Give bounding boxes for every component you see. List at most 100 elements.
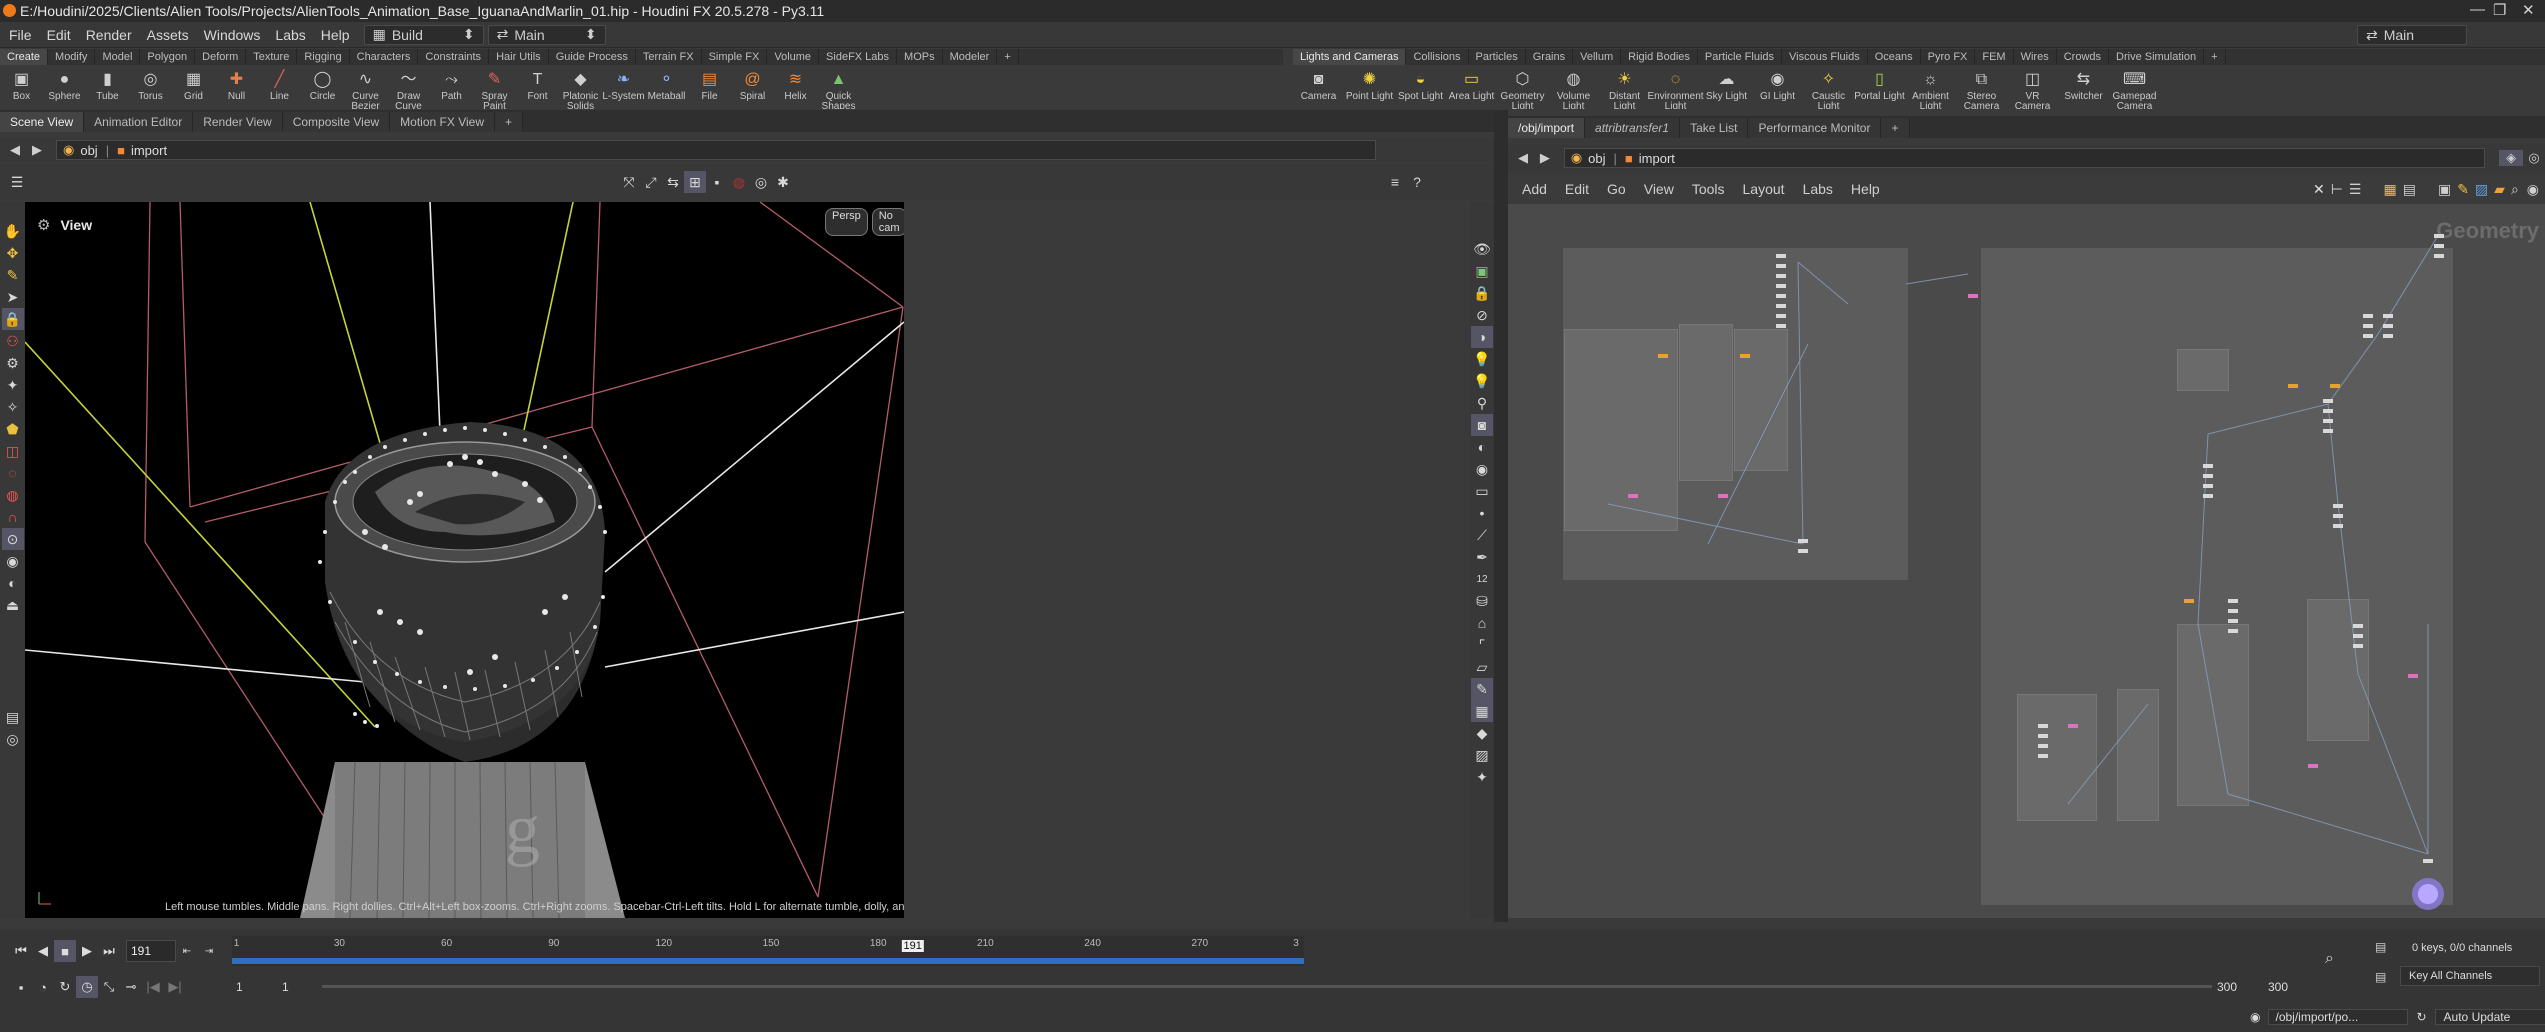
shelf-tab-polygon[interactable]: Polygon	[140, 49, 196, 65]
right-context-select[interactable]: ⇄ Main	[2357, 25, 2467, 45]
tool-gi-light[interactable]: ◉ GI Light	[1752, 65, 1803, 102]
back-icon[interactable]: ◀	[1512, 150, 1534, 166]
snap-grid-icon[interactable]: ⤢	[640, 171, 662, 193]
shelf-tab-fem[interactable]: FEM	[1975, 49, 2014, 65]
desktop-select[interactable]: ▦ Build ⬍	[363, 24, 484, 45]
forward-icon[interactable]: ▶	[26, 142, 48, 158]
key-all-icon[interactable]: ▤	[2375, 970, 2386, 984]
tool-l-system[interactable]: ❧ L-System	[602, 65, 645, 102]
step-prev-key-icon[interactable]: ⇤	[176, 940, 198, 962]
tab-obj-import[interactable]: /obj/import	[1508, 118, 1586, 138]
shelf-tab-model[interactable]: Model	[95, 49, 141, 65]
shelf-tab-texture[interactable]: Texture	[246, 49, 298, 65]
tool-sphere[interactable]: ● Sphere	[43, 65, 86, 102]
shelf-tab-particle-fluids[interactable]: Particle Fluids	[1698, 49, 1782, 65]
tool-spiral[interactable]: @ Spiral	[731, 65, 774, 102]
tool-caustic-light[interactable]: ✧ Caustic Light	[1803, 65, 1854, 110]
view-tool-icon[interactable]: ✎	[2, 264, 24, 286]
bone-tool-icon[interactable]: ✧	[2, 396, 24, 418]
add-shelf-tab-icon[interactable]: +	[997, 49, 1019, 65]
pin-network-icon[interactable]: ◈	[2499, 150, 2524, 166]
net-menu-edit[interactable]: Edit	[1565, 181, 1589, 197]
select-handle-icon[interactable]: ✋	[2, 220, 24, 242]
menu-render[interactable]: Render	[86, 27, 132, 43]
menu-file[interactable]: File	[9, 27, 32, 43]
tool-geometry-light[interactable]: ⬡ Geometry Light	[1497, 65, 1548, 110]
grid-view-icon[interactable]: ▦	[2383, 181, 2396, 198]
shelf-tab-particles[interactable]: Particles	[1469, 49, 1526, 65]
tool-ambient-light[interactable]: ☼ Ambient Light	[1905, 65, 1956, 110]
tool-portal-light[interactable]: ▯ Portal Light	[1854, 65, 1905, 102]
key-all-channels-button[interactable]: Key All Channels	[2400, 966, 2540, 986]
tab-composite-view[interactable]: Composite View	[282, 112, 391, 132]
net-menu-go[interactable]: Go	[1607, 181, 1626, 197]
scene-viewport[interactable]: g ⚙ View Persp No cam Left mouse tumbles…	[25, 202, 904, 918]
step-back-icon[interactable]: ◀	[32, 940, 54, 962]
frame-ruler[interactable]: 1 30 60 90 120 150 180 210 240 270 3 191	[232, 936, 1304, 966]
tool-draw-curve[interactable]: 〜 Draw Curve	[387, 65, 430, 110]
shape-icon[interactable]: ◆	[1471, 722, 1493, 744]
shelf-tab-drive-simulation[interactable]: Drive Simulation	[2109, 49, 2205, 65]
tool-spot-light[interactable]: ◒ Spot Light	[1395, 65, 1446, 102]
tool-switcher[interactable]: ⇆ Switcher	[2058, 65, 2109, 102]
camera-icon[interactable]: ◎	[2, 728, 24, 750]
lights-icon[interactable]: 💡	[1471, 370, 1493, 392]
restore-icon[interactable]: ❐	[2493, 1, 2506, 19]
net-menu-view[interactable]: View	[1644, 181, 1674, 197]
shelf-tab-hair-utils[interactable]: Hair Utils	[489, 49, 549, 65]
clock-icon[interactable]: ◷	[76, 976, 98, 998]
tool-quick-shapes[interactable]: ▲ Quick Shapes	[817, 65, 860, 110]
snapshot-icon[interactable]: ▭	[1471, 480, 1493, 502]
tool-sky-light[interactable]: ☁ Sky Light	[1701, 65, 1752, 102]
tray-icon[interactable]: ▱	[1471, 656, 1493, 678]
camera-view-icon[interactable]: ◙	[1471, 414, 1493, 436]
net-menu-tools[interactable]: Tools	[1692, 181, 1725, 197]
settings-icon[interactable]: ✱	[772, 171, 794, 193]
tool-vr-camera[interactable]: ◫ VR Camera	[2007, 65, 2058, 110]
net-menu-add[interactable]: Add	[1522, 181, 1547, 197]
search-icon[interactable]: ⌕	[2511, 181, 2519, 198]
tool-environment-light[interactable]: ◌ Environment Light	[1647, 65, 1703, 110]
cam-menu[interactable]: No cam	[871, 208, 904, 236]
range-start-b[interactable]: 1	[282, 980, 289, 994]
network-view[interactable]: Geometry	[1508, 204, 2545, 918]
eye-icon[interactable]: ◉	[2527, 181, 2539, 198]
tool-file[interactable]: ▤ File	[688, 65, 731, 102]
measure-icon[interactable]: ⟋	[1471, 524, 1493, 546]
tab-motion-fx-view[interactable]: Motion FX View	[390, 112, 495, 132]
jump-start-icon[interactable]: ⏮	[10, 940, 32, 962]
pin-icon[interactable]: ⊙	[1, 528, 24, 550]
add-tab-icon[interactable]: +	[1881, 118, 1910, 138]
auto-update-select[interactable]: Auto Update	[2434, 1009, 2545, 1025]
tool-gamepad-camera[interactable]: ⌨ Gamepad Camera	[2109, 65, 2160, 110]
shelf-tab-characters[interactable]: Characters	[350, 49, 419, 65]
shelf-tab-volume[interactable]: Volume	[767, 49, 820, 65]
shelf-tab-oceans[interactable]: Oceans	[1868, 49, 1921, 65]
link-icon[interactable]: ◎	[2523, 150, 2545, 166]
shelf-tab-lights-and-cameras[interactable]: Lights and Cameras	[1293, 49, 1407, 65]
perf-icon[interactable]: ◎	[750, 171, 772, 193]
net-menu-labs[interactable]: Labs	[1803, 181, 1833, 197]
shelf-tab-terrain-fx[interactable]: Terrain FX	[636, 49, 702, 65]
tool-font[interactable]: T Font	[516, 65, 559, 102]
tool-spray-paint[interactable]: ✎ Spray Paint	[473, 65, 516, 110]
net-path-import[interactable]: import	[1639, 151, 1675, 166]
cage-icon[interactable]: ◍	[2, 484, 24, 506]
menu-assets[interactable]: Assets	[147, 27, 189, 43]
tool-camera[interactable]: ◙ Camera	[1293, 65, 1344, 102]
tab-render-view[interactable]: Render View	[193, 112, 283, 132]
pane-separator[interactable]	[1494, 110, 1508, 922]
tool-tube[interactable]: ▮ Tube	[86, 65, 129, 102]
tool-box[interactable]: ▣ Box	[0, 65, 43, 102]
back-icon[interactable]: ◀	[4, 142, 26, 158]
tool-menu-icon[interactable]: ☰	[6, 171, 28, 193]
visibility-icon[interactable]: 👁	[1471, 238, 1493, 260]
stop-icon[interactable]: ■	[54, 940, 76, 962]
corner-icon[interactable]: ⌜	[1471, 634, 1493, 656]
tool-curve-bezier[interactable]: ∿ Curve Bezier	[344, 65, 387, 110]
tool-grid[interactable]: ▦ Grid	[172, 65, 215, 102]
pose-icon[interactable]: ⚇	[2, 330, 24, 352]
lock-view-icon[interactable]: 🔒	[1471, 282, 1493, 304]
handle-tool-icon[interactable]: ✦	[2, 374, 24, 396]
tiles-icon[interactable]: ▤	[2403, 181, 2416, 198]
